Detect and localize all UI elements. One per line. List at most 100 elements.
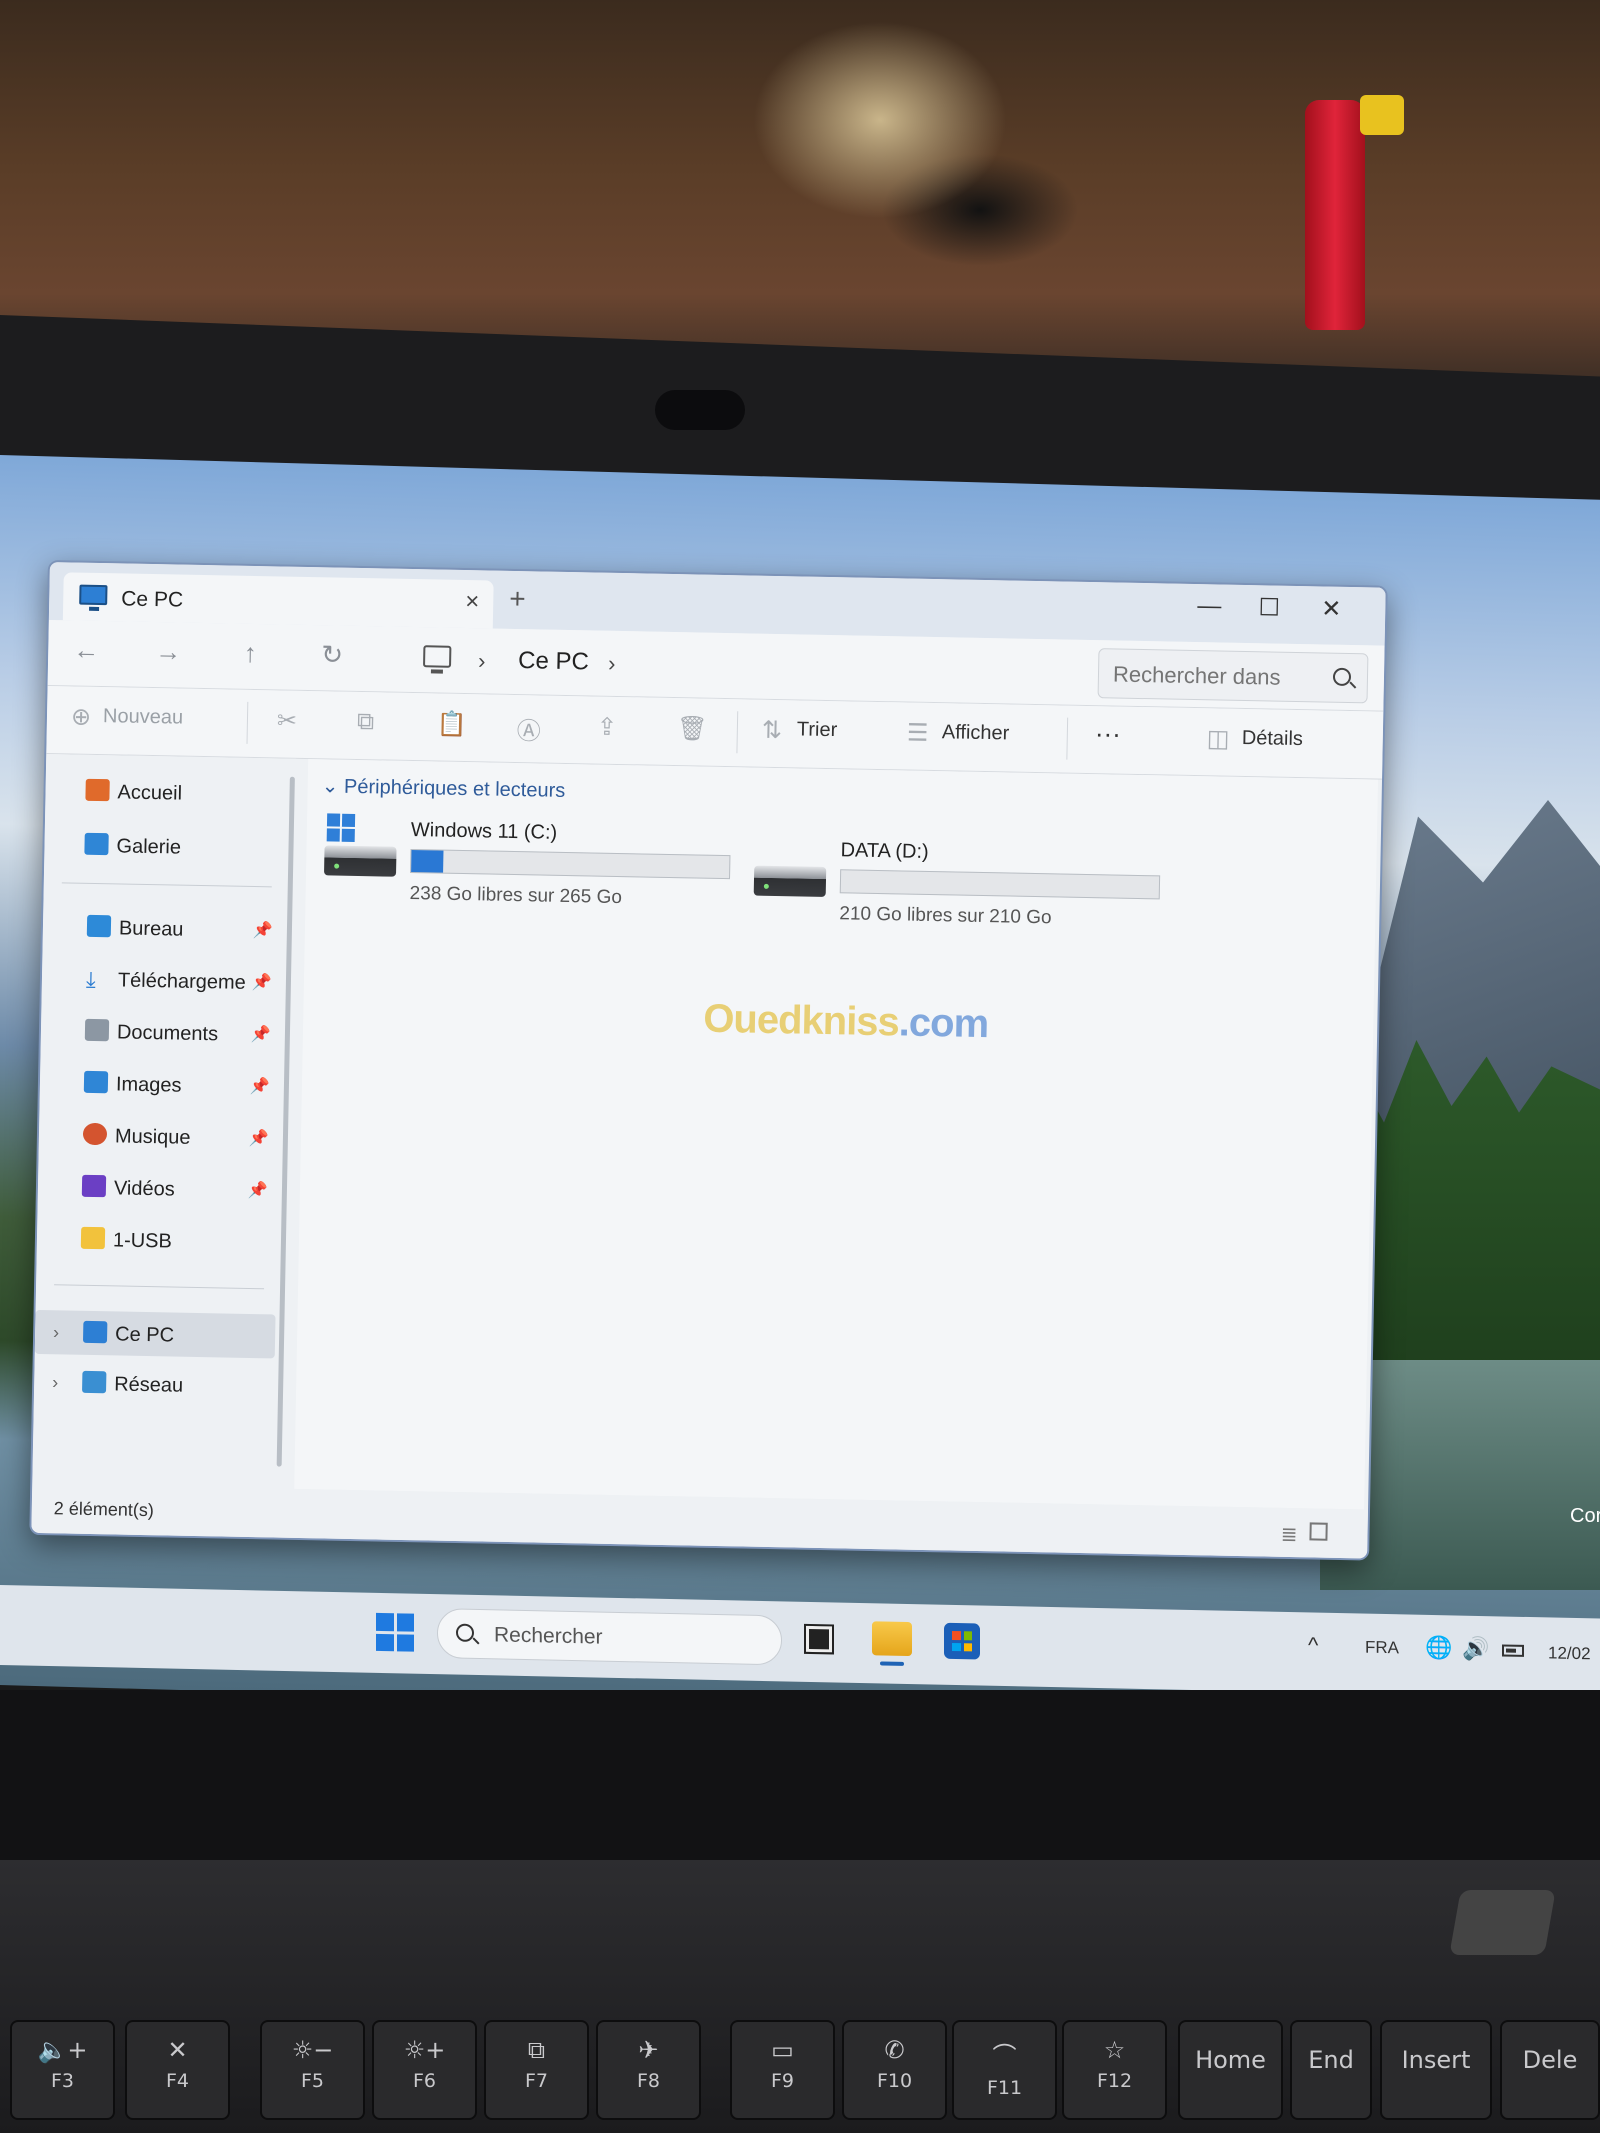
sidebar-item-label: Accueil bbox=[117, 781, 183, 805]
sort-icon[interactable]: ⇅ bbox=[762, 716, 783, 745]
expand-chevron-icon[interactable]: › bbox=[52, 1372, 58, 1393]
volume-icon[interactable]: 🔊 bbox=[1462, 1636, 1489, 1663]
key-insert: Insert bbox=[1380, 2020, 1492, 2120]
task-view-icon[interactable] bbox=[804, 1623, 834, 1655]
pin-icon[interactable]: 📌 bbox=[250, 1076, 270, 1096]
close-button[interactable]: ✕ bbox=[1311, 594, 1352, 624]
start-button[interactable] bbox=[376, 1612, 414, 1652]
pictures-icon bbox=[83, 1070, 109, 1094]
breadcrumb-ce-pc[interactable]: Ce PC bbox=[518, 647, 589, 676]
desktop-folder-icon bbox=[86, 914, 112, 938]
sidebar-item-documents[interactable]: Documents 📌 bbox=[41, 1008, 282, 1057]
key-label: F10 bbox=[876, 2070, 913, 2092]
taskbar-search-label: Rechercher bbox=[494, 1623, 603, 1649]
key-label: F7 bbox=[524, 2070, 549, 2092]
rename-icon[interactable]: Ⓐ bbox=[517, 711, 542, 746]
sidebar-item-reseau[interactable]: › Réseau bbox=[34, 1360, 275, 1409]
windows-logo-icon bbox=[326, 813, 356, 842]
sidebar-item-telechargements[interactable]: ⤓ Téléchargeme 📌 bbox=[42, 956, 283, 1005]
key-symbol-icon: ⧉ bbox=[527, 2036, 546, 2064]
pin-icon[interactable]: 📌 bbox=[251, 1024, 271, 1044]
key-symbol-icon: 🔈+ bbox=[37, 2036, 88, 2064]
network-icon bbox=[82, 1370, 107, 1394]
drive-icon bbox=[753, 865, 827, 897]
sidebar-item-accueil[interactable]: Accueil bbox=[45, 768, 286, 817]
bottle-cap-photo bbox=[1360, 95, 1404, 135]
section-header-devices[interactable]: ⌄ Périphériques et lecteurs bbox=[321, 773, 565, 803]
webcam bbox=[655, 390, 745, 430]
tab-ce-pc[interactable]: Ce PC × bbox=[62, 572, 494, 629]
sidebar-item-1-usb[interactable]: 1-USB bbox=[37, 1216, 278, 1265]
file-explorer-window: Ce PC × + — ☐ ✕ ← → ↑ ↻ › Ce PC › ⊕ Nouv… bbox=[29, 560, 1388, 1561]
key-label: End bbox=[1308, 2046, 1354, 2074]
sidebar-item-videos[interactable]: Vidéos 📌 bbox=[38, 1164, 279, 1213]
details-pane-icon[interactable]: ◫ bbox=[1207, 724, 1230, 753]
pin-icon[interactable]: 📌 bbox=[252, 972, 272, 992]
sidebar-item-images[interactable]: Images 📌 bbox=[40, 1060, 281, 1109]
share-icon[interactable]: ⇪ bbox=[597, 713, 618, 742]
sidebar-item-label: Galerie bbox=[116, 835, 182, 859]
details-button[interactable]: Détails bbox=[1242, 727, 1304, 751]
desktop-icon-label[interactable]: Cor bbox=[1570, 1505, 1600, 1528]
sidebar-item-galerie[interactable]: Galerie bbox=[44, 822, 285, 871]
key-symbol-icon: ☼− bbox=[291, 2036, 334, 2064]
copy-icon[interactable]: ⧉ bbox=[357, 708, 375, 736]
key-f12: ☆ F12 bbox=[1062, 2020, 1167, 2120]
taskbar-search[interactable]: Rechercher bbox=[437, 1608, 782, 1666]
network-icon[interactable]: 🌐 bbox=[1425, 1635, 1452, 1662]
refresh-icon[interactable]: ↻ bbox=[312, 639, 353, 671]
tab-close-icon[interactable]: × bbox=[465, 588, 480, 616]
search-box[interactable] bbox=[1097, 648, 1369, 704]
minimize-button[interactable]: — bbox=[1189, 592, 1230, 621]
drive-c[interactable]: Windows 11 (C:) 238 Go libres sur 265 Go bbox=[323, 813, 745, 915]
section-title: Périphériques et lecteurs bbox=[343, 775, 566, 802]
drive-usage-fill bbox=[411, 850, 444, 873]
search-icon[interactable] bbox=[1332, 667, 1352, 687]
sidebar-item-bureau[interactable]: Bureau 📌 bbox=[43, 904, 284, 953]
clock-date[interactable]: 12/02 bbox=[1548, 1643, 1591, 1664]
new-plus-icon[interactable]: ⊕ bbox=[71, 702, 92, 731]
cut-icon[interactable]: ✂ bbox=[277, 706, 298, 735]
file-explorer-taskbar-icon[interactable] bbox=[872, 1621, 912, 1657]
sort-button[interactable]: Trier bbox=[797, 718, 838, 742]
pin-icon[interactable]: 📌 bbox=[249, 1128, 269, 1148]
sidebar-item-ce-pc[interactable]: › Ce PC bbox=[34, 1309, 276, 1359]
search-input[interactable] bbox=[1112, 661, 1314, 692]
sidebar-item-label: Images bbox=[115, 1073, 182, 1097]
drive-free-space: 238 Go libres sur 265 Go bbox=[409, 883, 623, 909]
forward-arrow-icon[interactable]: → bbox=[148, 636, 189, 668]
language-indicator[interactable]: FRA bbox=[1365, 1638, 1399, 1659]
drive-name: Windows 11 (C:) bbox=[410, 819, 558, 844]
sidebar-item-musique[interactable]: Musique 📌 bbox=[39, 1112, 280, 1161]
pin-icon[interactable]: 📌 bbox=[253, 920, 273, 940]
show-hidden-icons-chevron-icon[interactable]: ^ bbox=[1308, 1632, 1318, 1658]
up-arrow-icon[interactable]: ↑ bbox=[230, 638, 271, 670]
more-options-button[interactable]: ··· bbox=[1095, 718, 1122, 749]
list-view-icon[interactable]: ≣ bbox=[1281, 1522, 1298, 1547]
paste-icon[interactable]: 📋 bbox=[437, 709, 467, 739]
breadcrumb-chevron-icon[interactable]: › bbox=[608, 651, 616, 677]
view-button[interactable]: Afficher bbox=[942, 721, 1010, 745]
breadcrumb-chevron-icon[interactable]: › bbox=[478, 648, 486, 674]
back-arrow-icon[interactable]: ← bbox=[66, 634, 107, 666]
key-label: Dele bbox=[1522, 2046, 1578, 2074]
expand-chevron-icon[interactable]: › bbox=[53, 1322, 59, 1343]
music-icon bbox=[82, 1122, 108, 1146]
address-computer-icon[interactable] bbox=[423, 645, 452, 668]
pin-icon[interactable]: 📌 bbox=[248, 1180, 268, 1200]
delete-icon[interactable]: 🗑 bbox=[677, 714, 708, 744]
sidebar-item-label: 1-USB bbox=[112, 1229, 173, 1253]
sidebar-item-label: Bureau bbox=[118, 917, 184, 941]
watermark-suffix: .com bbox=[898, 1000, 989, 1047]
tiles-view-icon[interactable] bbox=[1309, 1522, 1328, 1541]
battery-icon[interactable] bbox=[1502, 1644, 1524, 1657]
maximize-button[interactable]: ☐ bbox=[1249, 593, 1290, 623]
store-taskbar-icon[interactable] bbox=[944, 1622, 980, 1660]
drive-d[interactable]: DATA (D:) 210 Go libres sur 210 Go bbox=[753, 838, 1175, 936]
new-tab-button[interactable]: + bbox=[509, 583, 526, 615]
new-button[interactable]: Nouveau bbox=[103, 705, 183, 730]
key-f11: ⌒ F11 bbox=[952, 2020, 1057, 2120]
key-symbol-icon: ☼+ bbox=[403, 2036, 446, 2064]
key-f6: ☼+ F6 bbox=[372, 2020, 477, 2120]
view-icon[interactable]: ☰ bbox=[907, 719, 929, 748]
